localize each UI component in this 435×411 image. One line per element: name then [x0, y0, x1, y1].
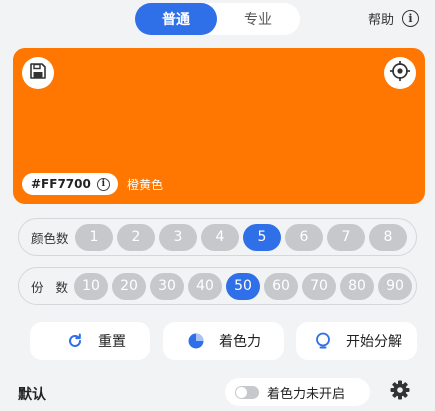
- coloring-strength-label: 着色力: [219, 334, 261, 350]
- bottom-bar: 默认 着色力未开启: [0, 372, 435, 411]
- parts-option-90[interactable]: 90: [378, 272, 412, 300]
- tab-professional[interactable]: 专业: [217, 3, 299, 35]
- save-icon: [29, 62, 47, 84]
- settings-button[interactable]: [387, 379, 413, 405]
- default-label: 默认: [18, 387, 46, 403]
- coloring-toggle-label: 着色力未开启: [267, 386, 346, 402]
- color-preview: #FF7700 i 橙黄色: [13, 48, 425, 204]
- color-name: 橙黄色: [127, 178, 164, 192]
- start-decompose-label: 开始分解: [346, 334, 402, 350]
- color-count-selector: 颜色数 12345678: [18, 218, 417, 256]
- coloring-toggle-pill[interactable]: 着色力未开启: [225, 378, 370, 406]
- color-count-label: 颜色数: [31, 230, 69, 246]
- pie-chart-icon: [187, 332, 205, 350]
- info-icon: i: [96, 177, 110, 191]
- save-button[interactable]: [22, 57, 54, 89]
- parts-option-30[interactable]: 30: [150, 272, 184, 300]
- refresh-icon: [66, 332, 84, 350]
- color-count-option-5[interactable]: 5: [243, 223, 281, 251]
- color-count-option-1[interactable]: 1: [75, 223, 113, 251]
- crosshair-button[interactable]: [384, 57, 416, 89]
- color-count-option-2[interactable]: 2: [117, 223, 155, 251]
- color-count-option-7[interactable]: 7: [327, 223, 365, 251]
- mode-switch: 普通 专业: [135, 3, 300, 35]
- parts-option-40[interactable]: 40: [188, 272, 222, 300]
- info-icon: i: [402, 10, 419, 27]
- reset-label: 重置: [98, 334, 126, 350]
- gear-icon: [389, 379, 411, 405]
- color-count-options: 12345678: [75, 223, 411, 251]
- help-button[interactable]: 帮助 i: [368, 9, 419, 28]
- parts-option-70[interactable]: 70: [302, 272, 336, 300]
- parts-option-10[interactable]: 10: [74, 272, 108, 300]
- reset-button[interactable]: 重置: [30, 322, 150, 360]
- parts-option-50[interactable]: 50: [226, 272, 260, 300]
- hex-value[interactable]: #FF7700 i: [22, 173, 118, 195]
- parts-option-80[interactable]: 80: [340, 272, 374, 300]
- bulb-icon: [314, 332, 332, 350]
- crosshair-icon: [389, 60, 411, 86]
- color-count-option-8[interactable]: 8: [369, 223, 407, 251]
- parts-option-20[interactable]: 20: [112, 272, 146, 300]
- coloring-strength-button[interactable]: 着色力: [163, 322, 284, 360]
- start-decompose-button[interactable]: 开始分解: [296, 322, 417, 360]
- color-count-option-6[interactable]: 6: [285, 223, 323, 251]
- parts-selector: 份数 10 20 30 40 50 60 70 80 90: [18, 267, 417, 305]
- color-count-option-3[interactable]: 3: [159, 223, 197, 251]
- parts-options: 10 20 30 40 50 60 70 80 90: [74, 272, 416, 300]
- color-count-option-4[interactable]: 4: [201, 223, 239, 251]
- hex-label: #FF7700: [31, 177, 91, 191]
- coloring-toggle[interactable]: [235, 385, 259, 399]
- help-label: 帮助: [367, 13, 394, 28]
- tab-normal[interactable]: 普通: [135, 3, 217, 35]
- parts-option-60[interactable]: 60: [264, 272, 298, 300]
- parts-label: 份数: [31, 279, 81, 295]
